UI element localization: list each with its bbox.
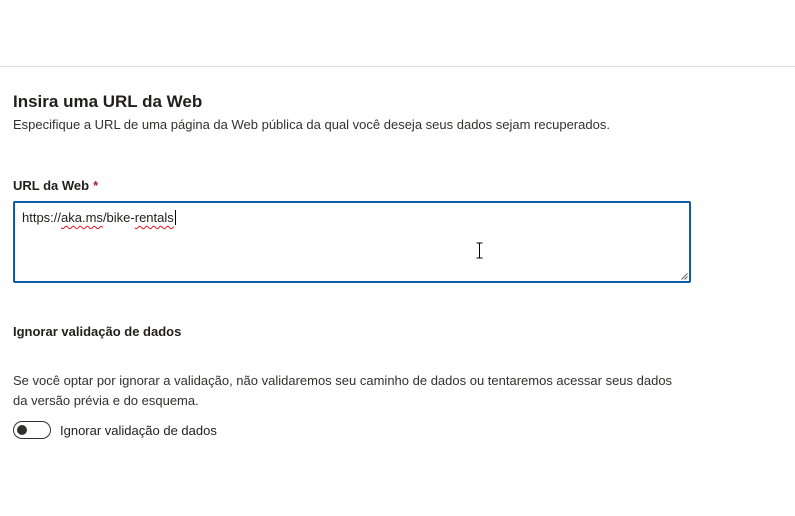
validation-section-title: Ignorar validação de dados xyxy=(13,324,182,339)
url-part-host: aka.ms xyxy=(61,210,103,225)
url-part-scheme: https:// xyxy=(22,210,62,225)
skip-validation-toggle[interactable] xyxy=(13,421,51,439)
web-url-page: Insira uma URL da Web Especifique a URL … xyxy=(0,0,795,516)
required-indicator: * xyxy=(93,178,99,193)
url-textarea-value[interactable]: https://aka.ms/bike-rentals xyxy=(22,210,176,225)
top-divider xyxy=(0,66,795,67)
page-title: Insira uma URL da Web xyxy=(13,92,203,111)
skip-validation-toggle-label[interactable]: Ignorar validação de dados xyxy=(60,423,217,438)
text-cursor-icon xyxy=(476,242,483,259)
text-caret xyxy=(174,210,176,225)
toggle-knob xyxy=(17,425,27,435)
url-field-label-text: URL da Web xyxy=(13,178,90,193)
url-part-slug: rentals xyxy=(134,210,174,225)
skip-validation-toggle-row: Ignorar validação de dados xyxy=(13,420,217,440)
page-description: Especifique a URL de uma página da Web p… xyxy=(13,117,610,132)
validation-section-description: Se você optar por ignorar a validação, n… xyxy=(13,373,673,408)
url-part-path: /bike- xyxy=(102,210,135,225)
resize-grip-icon[interactable] xyxy=(681,273,688,280)
url-field-label: URL da Web * xyxy=(13,178,98,193)
url-textarea[interactable]: https://aka.ms/bike-rentals xyxy=(13,201,691,283)
